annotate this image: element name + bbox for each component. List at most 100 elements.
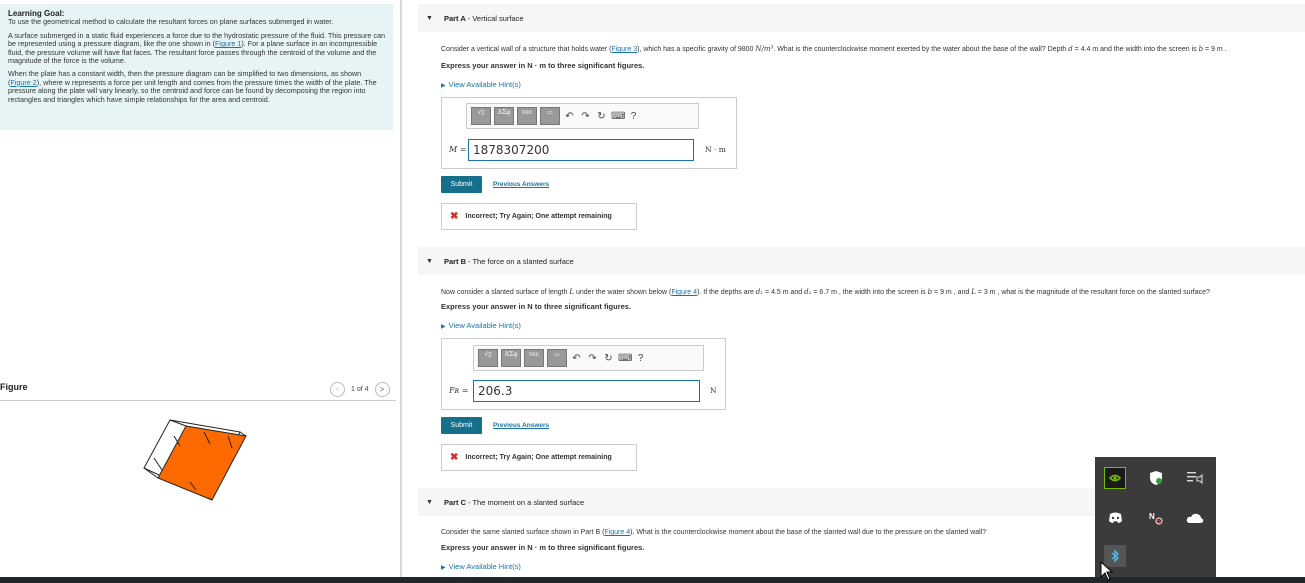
part-a-hint-link[interactable]: ▶ View Available Hint(s) bbox=[441, 80, 521, 89]
part-b-header[interactable]: ▼ Part B - The force on a slanted surfac… bbox=[418, 247, 1305, 275]
learning-goal-box: Learning Goal: To use the geometrical me… bbox=[0, 4, 393, 130]
keyboard-icon[interactable]: ⌨ bbox=[611, 111, 625, 122]
part-c-question: Consider the same slanted surface shown … bbox=[441, 529, 986, 536]
part-c-instruction: Express your answer in N · m to three si… bbox=[441, 543, 645, 552]
part-b-unit: N bbox=[710, 386, 717, 395]
figure-4-link[interactable]: Figure 4 bbox=[671, 289, 697, 296]
app-root: Learning Goal: To use the geometrical me… bbox=[0, 0, 1305, 583]
part-a-q-text: ), which has a specific gravity of 9800 bbox=[637, 46, 756, 53]
goal-paragraph-1: A surface submerged in a static fluid ex… bbox=[8, 31, 385, 66]
part-b-question: Now consider a slanted surface of length… bbox=[441, 288, 1210, 296]
part-b-math-toolbar: √▯ ΑΣφ vec ▭ ↶ ↷ ↻ ⌨ ? bbox=[473, 345, 704, 371]
part-a-feedback-text: Incorrect; Try Again; One attempt remain… bbox=[465, 213, 612, 220]
figure-heading: Figure bbox=[0, 382, 28, 392]
undo-icon[interactable]: ↶ bbox=[570, 353, 583, 364]
audio-settings-icon[interactable] bbox=[1184, 467, 1206, 489]
template-button-icon[interactable]: √▯ bbox=[478, 349, 498, 367]
part-c-hint-label: View Available Hint(s) bbox=[448, 562, 521, 571]
part-a-header[interactable]: ▼ Part A - Vertical surface bbox=[418, 4, 1305, 32]
part-a-math-toolbar: √▯ ΑΣφ vec ▭ ↶ ↷ ↻ ⌨ ? bbox=[466, 103, 699, 129]
units-icon[interactable]: ▭ bbox=[547, 349, 567, 367]
part-a-answer-input[interactable]: 1878307200 bbox=[468, 139, 694, 161]
part-b-submit-button[interactable]: Submit bbox=[441, 417, 482, 434]
part-b-feedback: ✖ Incorrect; Try Again; One attempt rema… bbox=[441, 444, 637, 471]
collapse-toggle-icon[interactable]: ▼ bbox=[426, 258, 433, 265]
part-b-hint-link[interactable]: ▶ View Available Hint(s) bbox=[441, 321, 521, 330]
panel-divider bbox=[400, 0, 402, 583]
part-a-submit-button[interactable]: Submit bbox=[441, 176, 482, 193]
part-b-q-text: Now consider a slanted surface of length bbox=[441, 289, 570, 296]
reset-icon[interactable]: ↻ bbox=[595, 111, 608, 122]
part-b-variable-label: Fʀ = bbox=[449, 386, 469, 395]
redo-icon[interactable]: ↷ bbox=[579, 111, 592, 122]
next-figure-button[interactable]: > bbox=[374, 382, 390, 397]
part-b-q-var: d₁ bbox=[755, 288, 764, 296]
part-c-hint-link[interactable]: ▶ View Available Hint(s) bbox=[441, 562, 521, 571]
mouse-cursor-icon bbox=[1100, 561, 1114, 581]
part-a-q-unit: N/m³ bbox=[755, 45, 774, 53]
goal-paragraph-2: When the plate has a constant width, the… bbox=[8, 70, 385, 104]
part-a-variable-label: M = bbox=[449, 145, 467, 154]
caret-right-icon: ▶ bbox=[441, 324, 446, 330]
left-panel: Learning Goal: To use the geometrical me… bbox=[0, 0, 400, 583]
units-icon[interactable]: ▭ bbox=[540, 107, 560, 125]
part-a-instruction: Express your answer in N · m to three si… bbox=[441, 61, 645, 70]
template-button-icon[interactable]: √▯ bbox=[471, 107, 491, 125]
part-c-header[interactable]: ▼ Part C - The moment on a slanted surfa… bbox=[418, 488, 1095, 516]
part-b-previous-answers-link[interactable]: Previous Answers bbox=[493, 422, 549, 429]
part-b-q-text: ). If the depths are bbox=[697, 289, 756, 296]
caret-right-icon: ▶ bbox=[441, 83, 446, 89]
part-a-feedback: ✖ Incorrect; Try Again; One attempt rema… bbox=[441, 203, 637, 230]
vector-icon[interactable]: vec bbox=[524, 349, 544, 367]
part-a-previous-answers-link[interactable]: Previous Answers bbox=[493, 181, 549, 188]
caret-right-icon: ▶ bbox=[441, 565, 446, 571]
part-b-title: - The force on a slanted surface bbox=[468, 256, 574, 266]
part-b-q-text: = 9 m , and bbox=[932, 289, 972, 296]
prev-figure-button[interactable]: < bbox=[330, 382, 345, 397]
part-c-label: Part C bbox=[443, 497, 467, 507]
greek-symbols-icon[interactable]: ΑΣφ bbox=[494, 107, 514, 125]
onedrive-cloud-icon[interactable] bbox=[1184, 507, 1206, 529]
part-b-feedback-text: Incorrect; Try Again; One attempt remain… bbox=[465, 454, 612, 461]
part-b-q-text: under the water shown below ( bbox=[574, 289, 672, 296]
part-b-q-text: = 4.5 m and bbox=[763, 289, 805, 296]
part-b-label: Part B bbox=[443, 256, 467, 266]
pressure-prism-figure bbox=[143, 419, 247, 501]
figure-pager: < 1 of 4 > bbox=[330, 382, 390, 397]
part-a-label: Part A bbox=[443, 13, 466, 23]
part-b-answer-input[interactable]: 206.3 bbox=[473, 380, 700, 402]
part-a-question: Consider a vertical wall of a structure … bbox=[441, 45, 1227, 53]
collapse-toggle-icon[interactable]: ▼ bbox=[426, 15, 433, 22]
undo-icon[interactable]: ↶ bbox=[563, 111, 576, 122]
part-c-q-text: Consider the same slanted surface shown … bbox=[441, 529, 605, 536]
part-b-q-text: = 6.7 m , the width into the screen is bbox=[811, 289, 928, 296]
nvidia-icon[interactable] bbox=[1104, 467, 1126, 489]
part-a-unit: N · m bbox=[705, 145, 726, 154]
error-x-icon: ✖ bbox=[450, 452, 459, 463]
part-c-q-text: ). What is the counterclockwise moment a… bbox=[630, 529, 987, 536]
part-b-hint-label: View Available Hint(s) bbox=[448, 321, 521, 330]
figure-4-link[interactable]: Figure 4 bbox=[604, 529, 630, 536]
figure-3-link[interactable]: Figure 3 bbox=[611, 46, 637, 53]
error-x-icon: ✖ bbox=[450, 211, 459, 222]
reset-icon[interactable]: ↻ bbox=[602, 353, 615, 364]
keyboard-icon[interactable]: ⌨ bbox=[618, 353, 632, 364]
help-icon[interactable]: ? bbox=[627, 111, 640, 122]
discord-icon[interactable] bbox=[1104, 507, 1126, 529]
part-a-q-text: . What is the counterclockwise moment ex… bbox=[773, 46, 1069, 53]
goal-subtitle: To use the geometrical method to calcula… bbox=[8, 17, 334, 27]
security-shield-icon[interactable] bbox=[1145, 467, 1167, 489]
greek-symbols-icon[interactable]: ΑΣφ bbox=[501, 349, 521, 367]
figure-divider bbox=[0, 400, 396, 401]
redo-icon[interactable]: ↷ bbox=[586, 353, 599, 364]
part-a-q-text: = 9 m . bbox=[1203, 46, 1227, 53]
part-a-q-text: = 4.4 m and the width into the screen is bbox=[1072, 46, 1199, 53]
part-a-title: - Vertical surface bbox=[467, 13, 524, 23]
part-a-hint-label: View Available Hint(s) bbox=[448, 80, 521, 89]
part-c-title: - The moment on a slanted surface bbox=[468, 497, 585, 507]
figure-page-count: 1 of 4 bbox=[351, 386, 369, 393]
onenote-icon[interactable]: N bbox=[1145, 507, 1167, 529]
help-icon[interactable]: ? bbox=[634, 353, 647, 364]
collapse-toggle-icon[interactable]: ▼ bbox=[426, 499, 433, 506]
vector-icon[interactable]: vec bbox=[517, 107, 537, 125]
